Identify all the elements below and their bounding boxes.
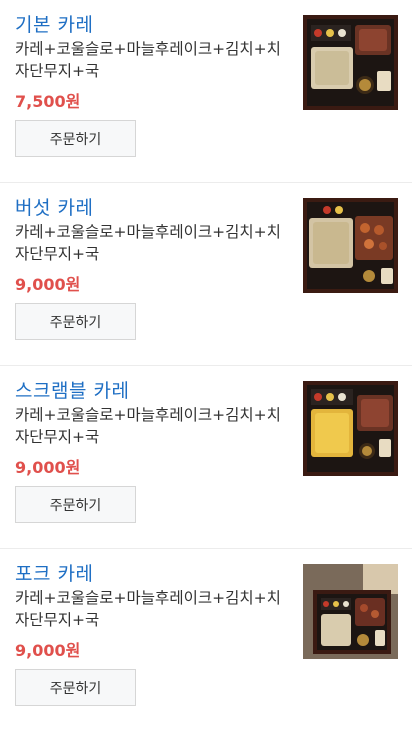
order-button[interactable]: 주문하기	[15, 669, 136, 706]
menu-item-price: 9,000원	[15, 275, 81, 294]
scramble-curry-set-photo-icon	[303, 381, 398, 476]
menu-item-description: 카레+코울슬로+마늘후레이크+김치+치자단무지+국	[15, 589, 281, 629]
order-button[interactable]: 주문하기	[15, 486, 136, 523]
menu-item-description: 카레+코울슬로+마늘후레이크+김치+치자단무지+국	[15, 223, 281, 263]
menu-item-price: 9,000원	[15, 641, 81, 660]
menu-item-title: 포크 카레	[15, 563, 94, 585]
curry-set-photo-icon	[303, 15, 398, 110]
menu-item-title: 스크램블 카레	[15, 380, 130, 402]
menu-item-scramble-curry: 스크램블 카레 카레+코울슬로+마늘후레이크+김치+치자단무지+국 9,000원…	[0, 366, 412, 549]
menu-item-price: 9,000원	[15, 458, 81, 477]
mushroom-curry-set-photo-icon	[303, 198, 398, 293]
order-button[interactable]: 주문하기	[15, 120, 136, 157]
order-button[interactable]: 주문하기	[15, 303, 136, 340]
menu-item-price: 7,500원	[15, 92, 81, 111]
menu-item-description: 카레+코울슬로+마늘후레이크+김치+치자단무지+국	[15, 406, 281, 446]
menu-item-pork-curry: 포크 카레 카레+코울슬로+마늘후레이크+김치+치자단무지+국 9,000원 주…	[0, 549, 412, 732]
menu-item-mushroom-curry: 버섯 카레 카레+코울슬로+마늘후레이크+김치+치자단무지+국 9,000원 주…	[0, 183, 412, 366]
menu-item-basic-curry: 기본 카레 카레+코울슬로+마늘후레이크+김치+치자단무지+국 7,500원 주…	[0, 0, 412, 183]
menu-item-description: 카레+코울슬로+마늘후레이크+김치+치자단무지+국	[15, 40, 281, 80]
pork-curry-set-photo-icon	[303, 564, 398, 659]
menu-list: 기본 카레 카레+코울슬로+마늘후레이크+김치+치자단무지+국 7,500원 주…	[0, 0, 412, 732]
menu-item-title: 기본 카레	[15, 14, 94, 36]
menu-item-title: 버섯 카레	[15, 197, 94, 219]
